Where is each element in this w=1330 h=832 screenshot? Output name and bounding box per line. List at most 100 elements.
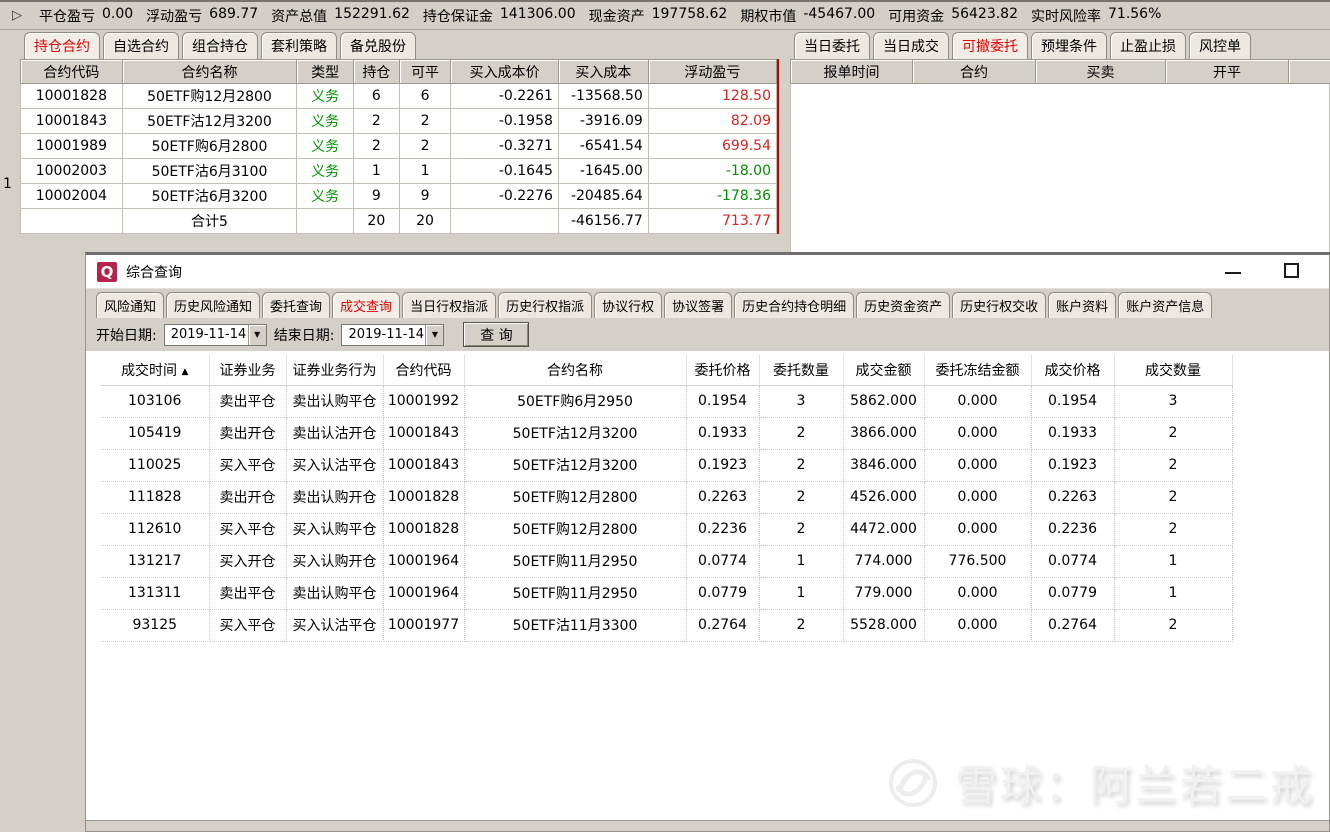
- cell: 50ETF沽12月3200: [464, 449, 686, 481]
- summary-value: 197758.62: [652, 6, 728, 26]
- cell: 1: [1114, 577, 1232, 609]
- col-contract-name[interactable]: 合约名称: [464, 355, 686, 385]
- cell: 2: [1114, 513, 1232, 545]
- table-row[interactable]: 1000184350ETF沽12月3200义务22-0.1958-3916.09…: [21, 109, 777, 134]
- col-order-price[interactable]: 委托价格: [686, 355, 759, 385]
- cell: 1: [759, 545, 843, 577]
- cell: 50ETF购6月2950: [464, 385, 686, 417]
- tab-account-profile[interactable]: 账户资料: [1048, 292, 1116, 318]
- cell: 买入平仓: [209, 449, 286, 481]
- tab-history-exercise-settlement[interactable]: 历史行权交收: [952, 292, 1046, 318]
- table-row[interactable]: 1000182850ETF购12月2800义务66-0.2261-13568.5…: [21, 84, 777, 109]
- table-row[interactable]: 131311卖出平仓卖出认购平仓1000196450ETF购11月29500.0…: [101, 577, 1232, 609]
- summary-label: 平仓盈亏: [39, 6, 95, 26]
- tab-today-orders[interactable]: 当日委托: [794, 32, 870, 59]
- col-security-business-action[interactable]: 证券业务行为: [286, 355, 383, 385]
- summary-label: 可用资金: [888, 6, 944, 26]
- tab-agreement-signing[interactable]: 协议签署: [664, 292, 732, 318]
- tab-risk-control-orders[interactable]: 风控单: [1189, 32, 1251, 59]
- col-security-business[interactable]: 证券业务: [209, 355, 286, 385]
- table-row[interactable]: 1000200450ETF沽6月3200义务99-0.2276-20485.64…: [21, 184, 777, 209]
- cell: -46156.77: [558, 209, 648, 234]
- query-button[interactable]: 查 询: [463, 322, 529, 347]
- summary-value: 71.56%: [1108, 6, 1161, 26]
- cell: 买入认购平仓: [286, 513, 383, 545]
- tab-covered-shares[interactable]: 备兑股份: [340, 32, 416, 59]
- tab-history-position-detail[interactable]: 历史合约持仓明细: [734, 292, 854, 318]
- cell: 699.54: [648, 134, 776, 159]
- positions-header-row: 合约代码 合约名称 类型 持仓 可平 买入成本价 买入成本 浮动盈亏: [21, 60, 777, 84]
- cell: 0.2764: [686, 609, 759, 641]
- cell: 0.1954: [686, 385, 759, 417]
- tab-today-exercise-assignment[interactable]: 当日行权指派: [402, 292, 496, 318]
- expander-arrow-icon[interactable]: ▷: [12, 8, 22, 23]
- cell: 0.1954: [1031, 385, 1114, 417]
- tab-cancelable-orders[interactable]: 可撤委托: [952, 32, 1028, 59]
- tab-preset-conditions[interactable]: 预埋条件: [1031, 32, 1107, 59]
- cell: -0.2276: [451, 184, 559, 209]
- start-date-select[interactable]: 2019-11-14 ▼: [164, 324, 267, 346]
- table-row[interactable]: 111828卖出开仓卖出认购开仓1000182850ETF购12月28000.2…: [101, 481, 1232, 513]
- summary-value: 56423.82: [951, 6, 1018, 26]
- tab-position-contracts[interactable]: 持仓合约: [24, 32, 100, 59]
- positions-panel: 持仓合约 自选合约 组合持仓 套利策略 备兑股份 合约代码 合约名称 类型 持仓…: [20, 33, 779, 234]
- query-window-titlebar[interactable]: Q 综合查询: [86, 255, 1329, 289]
- table-row[interactable]: 110025买入平仓买入认沽平仓1000184350ETF沽12月32000.1…: [101, 449, 1232, 481]
- cell: 义务: [297, 184, 354, 209]
- positions-table: 合约代码 合约名称 类型 持仓 可平 买入成本价 买入成本 浮动盈亏 10001…: [20, 59, 777, 234]
- cell: 0.000: [924, 417, 1031, 449]
- cell: 2: [399, 134, 451, 159]
- col-order-frozen-amount[interactable]: 委托冻结金额: [924, 355, 1031, 385]
- table-row[interactable]: 93125买入平仓买入认沽平仓1000197750ETF沽11月33000.27…: [101, 609, 1232, 641]
- col-contract-code[interactable]: 合约代码: [383, 355, 464, 385]
- tab-order-query[interactable]: 委托查询: [262, 292, 330, 318]
- col-order-qty[interactable]: 委托数量: [759, 355, 843, 385]
- tab-risk-notice[interactable]: 风险通知: [96, 292, 164, 318]
- cell: 0.1923: [686, 449, 759, 481]
- cell: 10002004: [21, 184, 123, 209]
- end-date-value: 2019-11-14: [342, 327, 425, 342]
- chevron-down-icon[interactable]: ▼: [248, 325, 266, 345]
- tab-account-asset-info[interactable]: 账户资产信息: [1118, 292, 1212, 318]
- tab-history-risk-notice[interactable]: 历史风险通知: [166, 292, 260, 318]
- query-window-bottom-frame: [86, 820, 1329, 831]
- tab-arbitrage-strategy[interactable]: 套利策略: [261, 32, 337, 59]
- col-trade-time[interactable]: 成交时间 ▲: [101, 355, 209, 385]
- table-row[interactable]: 112610买入平仓买入认购平仓1000182850ETF购12月28000.2…: [101, 513, 1232, 545]
- tab-stop-profit-loss[interactable]: 止盈止损: [1110, 32, 1186, 59]
- tab-history-fund-assets[interactable]: 历史资金资产: [856, 292, 950, 318]
- table-row[interactable]: 131217买入开仓买入认购开仓1000196450ETF购11月29500.0…: [101, 545, 1232, 577]
- table-row[interactable]: 103106卖出平仓卖出认购平仓1000199250ETF购6月29500.19…: [101, 385, 1232, 417]
- table-row[interactable]: 1000200350ETF沽6月3100义务11-0.1645-1645.00-…: [21, 159, 777, 184]
- cell: 50ETF购11月2950: [464, 577, 686, 609]
- orders-empty-area: [790, 84, 1330, 253]
- tab-today-trades[interactable]: 当日成交: [873, 32, 949, 59]
- col-closable: 可平: [399, 60, 451, 84]
- summary-label: 现金资产: [589, 6, 645, 26]
- tab-agreement-exercise[interactable]: 协议行权: [594, 292, 662, 318]
- cell: 82.09: [648, 109, 776, 134]
- end-date-select[interactable]: 2019-11-14 ▼: [341, 324, 444, 346]
- tab-history-exercise-assignment[interactable]: 历史行权指派: [498, 292, 592, 318]
- col-trade-qty[interactable]: 成交数量: [1114, 355, 1232, 385]
- table-row[interactable]: 105419卖出开仓卖出认沽开仓1000184350ETF沽12月32000.1…: [101, 417, 1232, 449]
- col-trade-price[interactable]: 成交价格: [1031, 355, 1114, 385]
- query-window-title: 综合查询: [126, 262, 182, 282]
- summary-value: -45467.00: [803, 6, 875, 26]
- tab-combo-positions[interactable]: 组合持仓: [182, 32, 258, 59]
- tab-trade-query[interactable]: 成交查询: [332, 292, 400, 318]
- chevron-down-icon[interactable]: ▼: [425, 325, 443, 345]
- cell: -0.3271: [451, 134, 559, 159]
- col-cost: 买入成本: [558, 60, 648, 84]
- col-trade-amount[interactable]: 成交金额: [843, 355, 924, 385]
- maximize-icon[interactable]: [1284, 263, 1299, 278]
- cell: 2: [1114, 481, 1232, 513]
- table-row[interactable]: 合计52020-46156.77713.77: [21, 209, 777, 234]
- table-row[interactable]: 1000198950ETF购6月2800义务22-0.3271-6541.546…: [21, 134, 777, 159]
- cell: 0.0779: [686, 577, 759, 609]
- tab-watchlist-contracts[interactable]: 自选合约: [103, 32, 179, 59]
- cell: 0.0774: [686, 545, 759, 577]
- cell: 卖出认购开仓: [286, 481, 383, 513]
- cell: 卖出认购平仓: [286, 385, 383, 417]
- minimize-icon[interactable]: [1225, 272, 1241, 274]
